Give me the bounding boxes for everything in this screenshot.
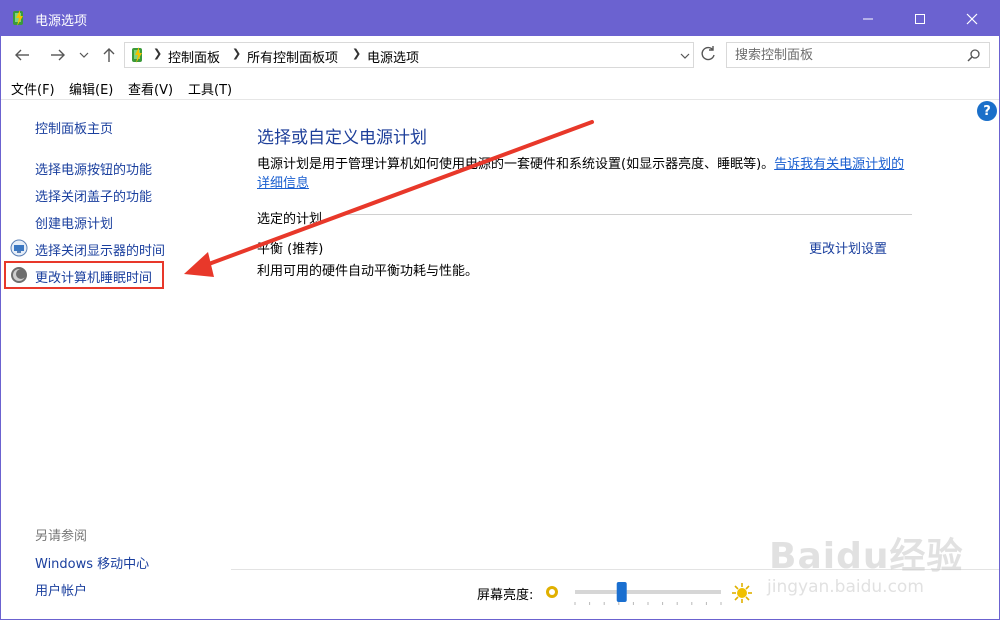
minimize-icon (863, 18, 873, 19)
back-button[interactable] (11, 44, 33, 66)
title-bar: 电源选项 (1, 1, 999, 36)
brightness-slider[interactable] (573, 580, 723, 606)
monitor-icon (10, 239, 28, 257)
chevron-down-icon (79, 52, 89, 58)
search-icon[interactable] (967, 48, 981, 62)
breadcrumb-all-items[interactable]: 所有控制面板项 (247, 47, 338, 66)
maximize-button[interactable] (897, 1, 943, 36)
user-accounts-link[interactable]: 用户帐户 (35, 580, 87, 599)
maximize-icon (915, 13, 925, 24)
breadcrumb-control-panel[interactable]: 控制面板 (168, 47, 220, 66)
search-input[interactable] (727, 43, 957, 67)
menu-edit[interactable]: 编辑(E) (69, 79, 113, 98)
power-options-window: 电源选项 ❯ 控制面板 ❯ 所有控制面板项 ❯ 电源选项 搜索控制面板 文件(F… (0, 0, 1000, 620)
see-also-label: 另请参阅 (35, 529, 88, 544)
watermark-url: jingyan.baidu.com (767, 577, 924, 597)
page-description: 电源计划是用于管理计算机如何使用电源的一套硬件和系统设置(如显示器亮度、睡眠等)… (257, 155, 917, 193)
forward-button[interactable] (47, 44, 69, 66)
section-divider (341, 214, 912, 215)
window-title: 电源选项 (35, 14, 88, 29)
breadcrumb-separator-icon: ❯ (153, 47, 163, 60)
dim-sun-icon (546, 586, 558, 598)
back-arrow-icon (15, 49, 29, 61)
help-icon[interactable]: ? (977, 101, 997, 121)
baidu-watermark: Baidu经验 jingyan.baidu.com (761, 521, 996, 617)
change-plan-settings-link[interactable]: 更改计划设置 (809, 238, 887, 257)
breadcrumb-separator-icon: ❯ (232, 47, 242, 60)
close-icon (966, 13, 978, 24)
address-row: ❯ 控制面板 ❯ 所有控制面板项 ❯ 电源选项 (1, 36, 999, 74)
brightness-label: 屏幕亮度: (477, 588, 534, 603)
display-off-time-link[interactable]: 选择关闭显示器的时间 (35, 240, 165, 259)
minimize-button[interactable] (845, 1, 891, 36)
menu-file[interactable]: 文件(F) (11, 79, 55, 98)
menu-tools[interactable]: 工具(T) (188, 79, 232, 98)
up-button[interactable] (98, 44, 120, 66)
forward-arrow-icon (51, 49, 65, 61)
search-box[interactable] (726, 42, 990, 68)
refresh-icon[interactable] (698, 44, 718, 64)
up-arrow-icon (103, 48, 115, 62)
mobility-center-link[interactable]: Windows 移动中心 (35, 553, 149, 572)
bright-sun-icon (732, 583, 752, 603)
breadcrumb-separator-icon: ❯ (352, 47, 362, 60)
control-panel-icon (132, 47, 142, 63)
address-bar[interactable]: ❯ 控制面板 ❯ 所有控制面板项 ❯ 电源选项 (124, 42, 694, 68)
menu-view[interactable]: 查看(V) (128, 79, 173, 98)
close-button[interactable] (949, 1, 995, 36)
selected-plan-heading: 选定的计划 (257, 212, 323, 227)
page-title: 选择或自定义电源计划 (257, 128, 427, 148)
menu-bar: 文件(F) 编辑(E) 查看(V) 工具(T) (1, 74, 999, 100)
slider-thumb[interactable] (616, 582, 627, 602)
description-text: 电源计划是用于管理计算机如何使用电源的一套硬件和系统设置(如显示器亮度、睡眠等)… (257, 157, 775, 172)
control-panel-home-link[interactable]: 控制面板主页 (35, 118, 113, 137)
annotation-highlight-box (4, 261, 164, 289)
power-button-function-link[interactable]: 选择电源按钮的功能 (35, 159, 152, 178)
lid-close-function-link[interactable]: 选择关闭盖子的功能 (35, 186, 152, 205)
address-dropdown-icon[interactable] (678, 49, 692, 63)
breadcrumb-power-options[interactable]: 电源选项 (367, 47, 419, 66)
plan-name[interactable]: 平衡 (推荐) (257, 238, 323, 257)
create-power-plan-link[interactable]: 创建电源计划 (35, 213, 113, 232)
watermark-main: Baidu经验 (769, 536, 964, 577)
power-options-icon (13, 10, 23, 26)
recent-locations-button[interactable] (77, 44, 91, 66)
plan-description: 利用可用的硬件自动平衡功耗与性能。 (257, 264, 479, 279)
